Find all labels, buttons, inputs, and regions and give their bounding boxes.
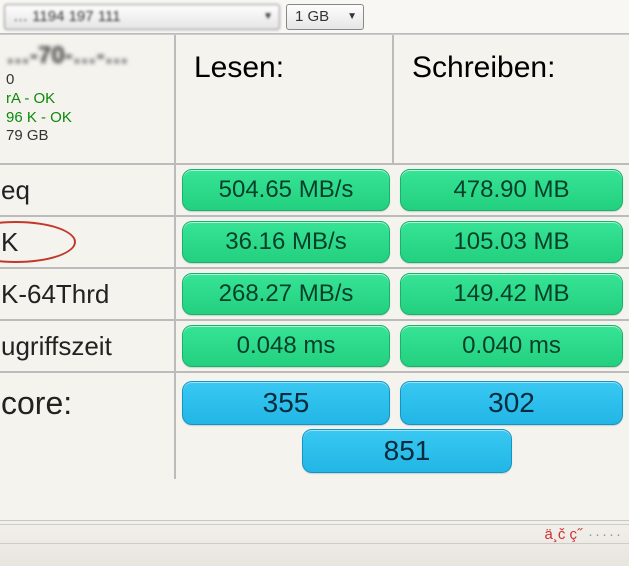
- drive-info-panel: …-70-…-… 0 rA - OK 96 K - OK 79 GB: [0, 35, 174, 165]
- table-row: 36.16 MB/s 105.03 MB: [176, 217, 629, 269]
- status-separator: ·····: [588, 526, 623, 543]
- firmware-line: 0: [6, 71, 170, 90]
- drive-select[interactable]: … 1194 197 111 ▼: [4, 4, 280, 30]
- capacity-line: 79 GB: [6, 127, 170, 146]
- status-bar: ä¸č ç˝ ·····: [0, 520, 629, 566]
- row-label-4k: K: [0, 217, 174, 269]
- chevron-down-icon: ▼: [263, 11, 273, 22]
- column-header-read: Lesen:: [176, 35, 394, 163]
- 4k64-write-value: 149.42 MB: [400, 273, 623, 315]
- score-read: 355: [182, 381, 390, 425]
- table-row: 0.048 ms 0.040 ms: [176, 321, 629, 373]
- access-write-value: 0.040 ms: [400, 325, 623, 367]
- column-header-write: Schreiben:: [394, 35, 629, 163]
- drive-model-name: …-70-…-…: [6, 41, 170, 71]
- access-read-value: 0.048 ms: [182, 325, 390, 367]
- chevron-down-icon: ▼: [347, 11, 357, 22]
- seq-write-value: 478.90 MB: [400, 169, 623, 211]
- row-label-seq: eq: [0, 165, 174, 217]
- seq-read-value: 504.65 MB/s: [182, 169, 390, 211]
- test-size-select[interactable]: 1 GB ▼: [286, 4, 364, 30]
- status-text: ä¸č ç˝: [545, 526, 583, 543]
- row-label-access-time: ugriffszeit: [0, 321, 174, 373]
- 4k-read-value: 36.16 MB/s: [182, 221, 390, 263]
- drive-select-label: … 1194 197 111: [13, 8, 121, 25]
- score-panel: 355 302 851: [176, 373, 629, 479]
- test-size-label: 1 GB: [295, 8, 329, 25]
- iops-status-a: rA - OK: [6, 90, 170, 109]
- table-row: 268.27 MB/s 149.42 MB: [176, 269, 629, 321]
- score-write: 302: [400, 381, 623, 425]
- table-row: 504.65 MB/s 478.90 MB: [176, 165, 629, 217]
- iops-status-k: 96 K - OK: [6, 109, 170, 128]
- score-total: 851: [302, 429, 512, 473]
- 4k64-read-value: 268.27 MB/s: [182, 273, 390, 315]
- row-label-4k64thrd: K-64Thrd: [0, 269, 174, 321]
- row-label-score: core:: [0, 373, 174, 479]
- 4k-write-value: 105.03 MB: [400, 221, 623, 263]
